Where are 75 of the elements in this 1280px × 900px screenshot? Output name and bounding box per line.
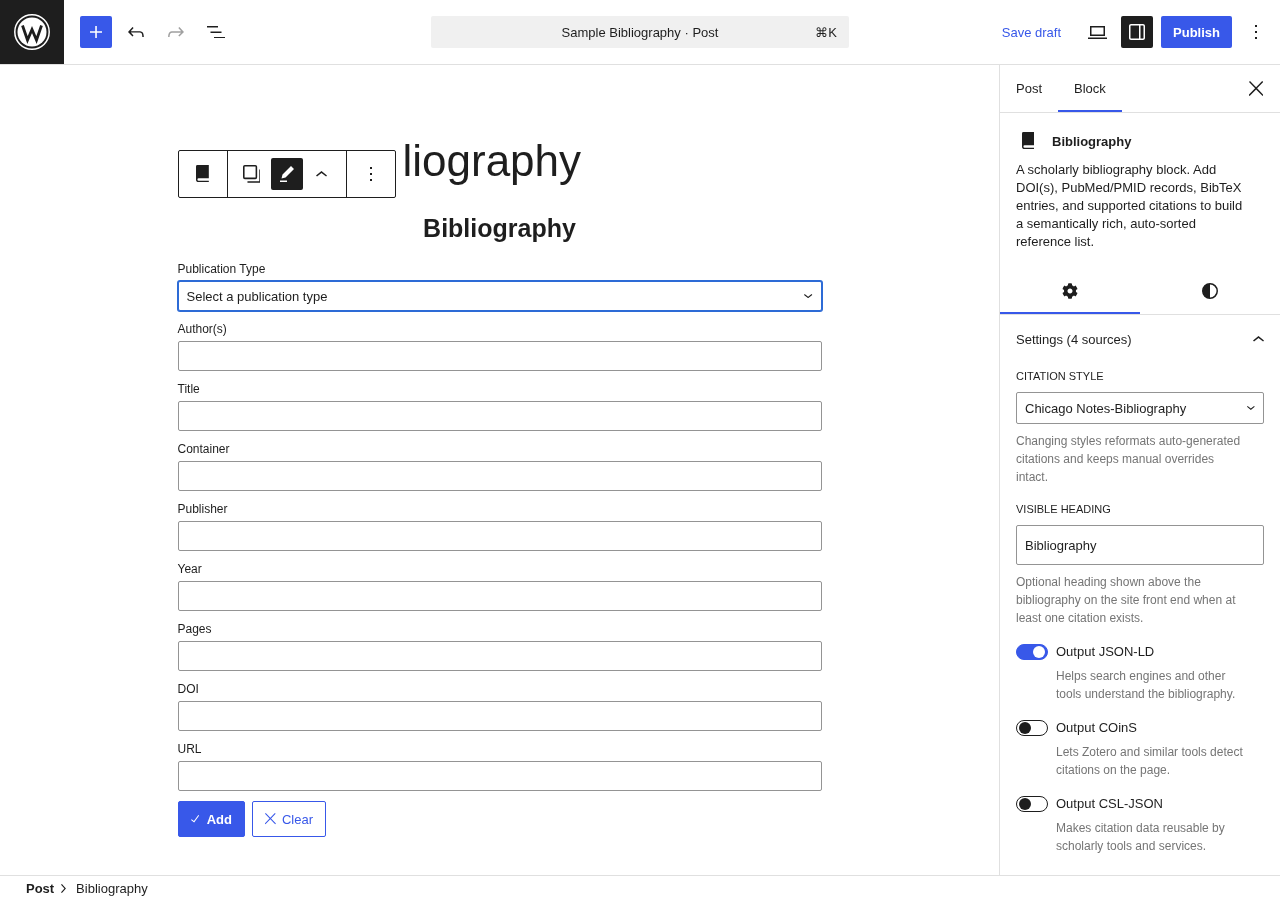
toggle-switch[interactable] [1016, 720, 1048, 736]
help-text: Makes citation data reusable by scholarly tools and services. [1056, 820, 1226, 855]
help-text: Changing styles reformats auto-generated citations and keeps manual overrides intact. [1016, 433, 1242, 486]
keyboard-shortcut: ⌘K [815, 24, 837, 40]
input-field[interactable] [177, 521, 822, 551]
settings-icon [1062, 282, 1078, 299]
field-label: DOI [177, 681, 200, 697]
add-button[interactable]: Add [177, 801, 245, 837]
sidebar-panel-icon [1129, 24, 1146, 40]
chevron-down-icon [804, 293, 813, 299]
laptop-icon [1087, 25, 1107, 39]
book-icon [196, 165, 209, 183]
control-label: CITATION STYLE [1016, 369, 1105, 384]
plus-icon [89, 25, 103, 39]
document-title: Sample Bibliography · Post [561, 24, 719, 40]
command-bar[interactable]: Sample Bibliography · Post ⌘K [431, 16, 849, 48]
field-label: Container [177, 441, 231, 457]
field-label: Pages [177, 621, 213, 637]
close-icon [1248, 81, 1264, 96]
dropdown-field[interactable]: Select a publication type [177, 281, 822, 311]
close-icon [264, 813, 276, 825]
field-label: Publisher [177, 501, 229, 517]
publish-button[interactable]: Publish [1161, 16, 1232, 48]
book-icon [1021, 132, 1035, 150]
breadcrumb-item[interactable]: Post [26, 880, 55, 896]
input-field[interactable] [177, 401, 822, 431]
list-view-icon [207, 25, 225, 39]
toggle-label: Output JSON-LD [1056, 643, 1155, 661]
toggle-switch[interactable] [1016, 796, 1048, 812]
copy-icon [242, 165, 261, 183]
chevron-up-icon [1253, 336, 1264, 342]
logo-icon [14, 14, 50, 50]
breadcrumb-item[interactable]: Bibliography [76, 880, 148, 896]
field-label: Year [177, 561, 203, 577]
input-field[interactable] [177, 461, 822, 491]
undo-icon [128, 26, 144, 38]
clear-button[interactable]: Clear [251, 801, 326, 837]
help-text: Optional heading shown above the bibliography on the site front end when at least one citation exists. [1016, 574, 1237, 627]
sidebar-tab[interactable]: Post [1000, 65, 1058, 112]
input-field[interactable] [177, 701, 822, 731]
redo-icon [168, 26, 184, 38]
chevron-right-icon [61, 883, 67, 893]
toggle-switch[interactable] [1016, 644, 1048, 660]
chevron-up-icon [316, 171, 327, 177]
pencil-icon [279, 166, 294, 182]
field-label: Title [177, 381, 201, 397]
field-label: Publication Type [177, 261, 267, 277]
save-draft-button[interactable]: Save draft [989, 16, 1074, 48]
help-text: Lets Zotero and similar tools detect citations on the page. [1056, 744, 1244, 779]
check-icon [190, 815, 199, 823]
half-circle-icon [1202, 282, 1218, 299]
panel-header[interactable]: Settings (4 sources) [1000, 315, 1280, 363]
field-label: URL [177, 741, 203, 757]
logo-button[interactable] [0, 0, 64, 64]
help-text: Helps search engines and other tools understand the bibliography. [1056, 668, 1237, 703]
sidebar-tab[interactable]: Block [1058, 65, 1122, 112]
block-title: Bibliography [1052, 133, 1132, 149]
control-label: VISIBLE HEADING [1016, 502, 1112, 517]
block-heading: Bibliography [422, 213, 577, 243]
dropdown-field[interactable]: Chicago Notes-Bibliography [1016, 392, 1264, 424]
input-field[interactable] [177, 341, 822, 371]
input-field[interactable] [177, 761, 822, 791]
field-label: Author(s) [177, 321, 228, 337]
chevron-down-icon [1247, 406, 1255, 410]
toggle-label: Output COinS [1056, 719, 1137, 737]
add-block-button[interactable] [80, 16, 112, 48]
block-description: A scholarly bibliography block. Add DOI(s), PubMed/PMID records, BibTeX entries, and supported citations to build a semantically rich, auto-sorted reference list. [1016, 161, 1244, 251]
input-field[interactable]: Bibliography [1016, 525, 1264, 565]
toolbar-button[interactable] [270, 158, 303, 190]
toggle-label: Output CSL-JSON [1056, 795, 1163, 813]
post-title: liography [402, 135, 582, 187]
input-field[interactable] [177, 581, 822, 611]
more-vertical-icon [369, 167, 372, 181]
input-field[interactable] [177, 641, 822, 671]
sidebar-toggle-button[interactable] [1121, 16, 1154, 48]
